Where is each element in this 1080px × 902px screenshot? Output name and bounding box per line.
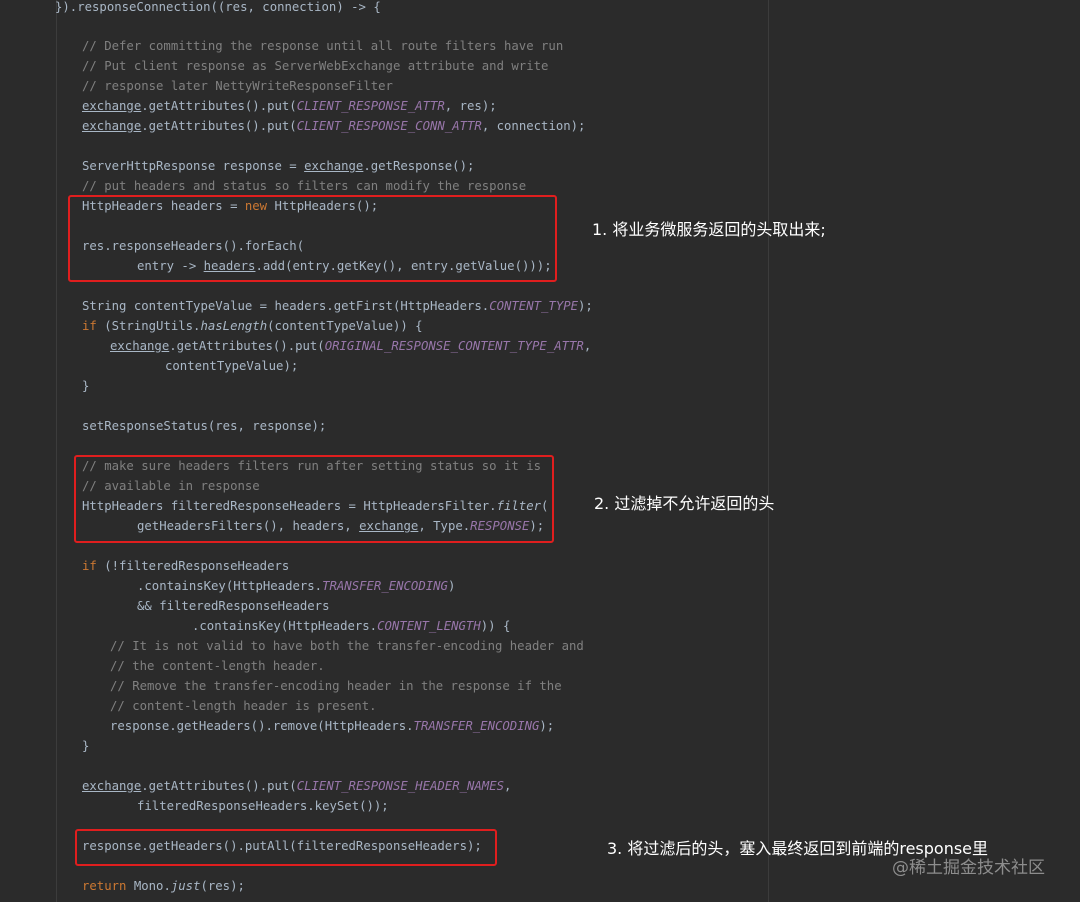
annotation-step-2: 2. 过滤掉不允许返回的头 xyxy=(594,494,775,513)
code-comment: // the content-length header. xyxy=(110,659,325,673)
code-line: && filteredResponseHeaders xyxy=(137,599,330,613)
code-line: if (StringUtils.hasLength(contentTypeVal… xyxy=(82,319,423,333)
annotation-step-1: 1. 将业务微服务返回的头取出来; xyxy=(592,220,826,239)
code-line: exchange.getAttributes().put(CLIENT_RESP… xyxy=(82,119,586,133)
code-line: return Mono.just(res); xyxy=(82,879,245,893)
highlight-box-filter xyxy=(74,455,554,543)
code-line: contentTypeValue); xyxy=(165,359,299,373)
code-line: ServerHttpResponse response = exchange.g… xyxy=(82,159,475,173)
code-line: exchange.getAttributes().put(ORIGINAL_RE… xyxy=(110,339,592,353)
code-comment: // response later NettyWriteResponseFilt… xyxy=(82,79,393,93)
code-line: String contentTypeValue = headers.getFir… xyxy=(82,299,593,313)
code-line: exchange.getAttributes().put(CLIENT_RESP… xyxy=(82,779,512,793)
code-line: }).responseConnection((res, connection) … xyxy=(55,0,381,14)
code-line: setResponseStatus(res, response); xyxy=(82,419,327,433)
code-editor[interactable]: }).responseConnection((res, connection) … xyxy=(0,0,780,902)
code-line: .containsKey(HttpHeaders.CONTENT_LENGTH)… xyxy=(192,619,511,633)
code-line: response.getHeaders().remove(HttpHeaders… xyxy=(110,719,555,733)
code-comment: // It is not valid to have both the tran… xyxy=(110,639,584,653)
code-line: exchange.getAttributes().put(CLIENT_RESP… xyxy=(82,99,497,113)
code-comment: // Defer committing the response until a… xyxy=(82,39,564,53)
code-line: .containsKey(HttpHeaders.TRANSFER_ENCODI… xyxy=(137,579,456,593)
code-comment: // content-length header is present. xyxy=(110,699,377,713)
code-comment: // Put client response as ServerWebExcha… xyxy=(82,59,549,73)
code-comment: // put headers and status so filters can… xyxy=(82,179,527,193)
code-comment: // Remove the transfer-encoding header i… xyxy=(110,679,562,693)
code-line: } xyxy=(82,379,90,393)
code-line: if (!filteredResponseHeaders xyxy=(82,559,290,573)
highlight-box-headers xyxy=(68,195,557,282)
code-line: } xyxy=(82,739,90,753)
watermark: @稀土掘金技术社区 xyxy=(892,858,1045,878)
highlight-box-putall xyxy=(75,829,497,866)
code-line: filteredResponseHeaders.keySet()); xyxy=(137,799,389,813)
